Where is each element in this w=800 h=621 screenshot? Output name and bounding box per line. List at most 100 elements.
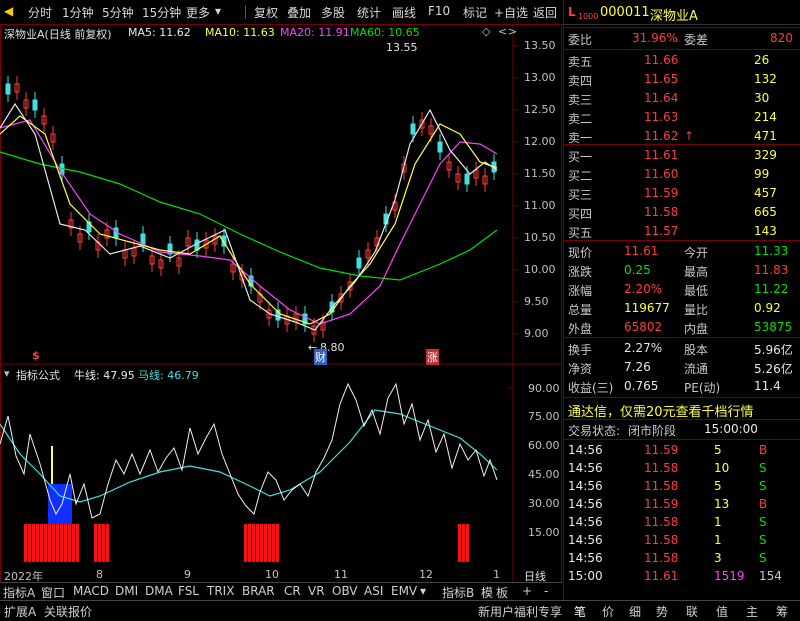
- tab-dmi[interactable]: DMI: [115, 584, 138, 598]
- market-prefix: L: [568, 5, 576, 19]
- event-marker-rise[interactable]: 涨: [426, 349, 439, 365]
- bid-row[interactable]: 买一 11.61 329: [564, 147, 800, 165]
- event-marker-finance[interactable]: 财: [314, 349, 327, 365]
- stat-label: 收益(三): [568, 381, 614, 395]
- tick-time: 14:56: [568, 515, 603, 529]
- button-multi-stock[interactable]: 多股: [321, 4, 345, 21]
- button-draw[interactable]: 画线: [392, 4, 416, 21]
- ask-row[interactable]: 卖五 11.66 26: [564, 52, 800, 70]
- tab-brar[interactable]: BRAR: [242, 584, 275, 598]
- tick-side: S: [759, 461, 767, 475]
- button-return[interactable]: 返回: [533, 4, 557, 21]
- button-stats[interactable]: 统计: [357, 4, 381, 21]
- signal-bar: [256, 524, 259, 562]
- tab-new-user-promo[interactable]: 新用户福利专享: [478, 603, 562, 620]
- chevron-down-icon[interactable]: ▾: [215, 4, 221, 18]
- tab-vr[interactable]: VR: [308, 584, 325, 598]
- tick-row[interactable]: 14:56 11.58 1 S: [564, 514, 800, 532]
- quote-value: 11.83: [754, 263, 789, 277]
- button-overlay[interactable]: 叠加: [287, 4, 311, 21]
- tab-asi[interactable]: ASI: [364, 584, 383, 598]
- tab-indicator-b[interactable]: 指标B: [442, 584, 474, 601]
- tab-trix[interactable]: TRIX: [207, 584, 234, 598]
- tab-jia[interactable]: 价: [602, 603, 614, 620]
- tab-obv[interactable]: OBV: [332, 584, 358, 598]
- signal-bar: [72, 524, 75, 562]
- tab-shi[interactable]: 势: [656, 603, 668, 620]
- tab-window[interactable]: 窗口: [41, 584, 65, 601]
- tab-extend-a[interactable]: 扩展A: [4, 603, 36, 620]
- stock-name: 深物业A: [650, 9, 698, 24]
- tab-fsl[interactable]: FSL: [178, 584, 199, 598]
- button-add-favorite[interactable]: +自选: [494, 4, 528, 21]
- quote-row[interactable]: 涨跌 0.25 最高 11.83: [564, 262, 800, 280]
- bid-row[interactable]: 买四 11.58 665: [564, 204, 800, 222]
- chevron-down-icon[interactable]: ▾: [420, 584, 426, 598]
- quote-label: 内盘: [684, 322, 709, 336]
- zoom-in-button[interactable]: +: [522, 584, 532, 598]
- tab-zhu[interactable]: 主: [746, 603, 758, 620]
- event-marker-dollar[interactable]: $: [32, 349, 40, 362]
- tick-side: S: [759, 479, 767, 493]
- bid-row[interactable]: 买二 11.60 99: [564, 166, 800, 184]
- tab-15min[interactable]: 15分钟: [142, 4, 181, 21]
- tick-side: B: [759, 443, 768, 457]
- tab-chou[interactable]: 筹: [776, 603, 788, 620]
- tab-1min[interactable]: 1分钟: [62, 4, 94, 21]
- ask-row[interactable]: 卖三 11.64 30: [564, 90, 800, 108]
- candle-body: [437, 141, 443, 153]
- ask-row[interactable]: 卖四 11.65 132: [564, 71, 800, 89]
- signal-bar: [458, 524, 461, 562]
- signal-bar: [24, 524, 27, 562]
- stat-value: 11.4: [754, 379, 781, 393]
- tick-row[interactable]: 14:56 11.58 10 S: [564, 460, 800, 478]
- button-f10[interactable]: F10: [428, 4, 450, 18]
- tab-xi[interactable]: 细: [629, 603, 641, 620]
- tab-timeshare[interactable]: 分时: [28, 4, 52, 21]
- tab-template[interactable]: 模: [481, 584, 493, 601]
- promo-row[interactable]: 通达信，仅需20元查看千档行情: [564, 400, 800, 420]
- quote-row[interactable]: 总量 119677 量比 0.92: [564, 300, 800, 318]
- tab-more[interactable]: 更多: [186, 4, 210, 21]
- button-fuquan[interactable]: 复权: [254, 4, 278, 21]
- quote-row[interactable]: 现价 11.61 今开 11.33: [564, 243, 800, 261]
- tab-related-quote[interactable]: 关联报价: [44, 603, 92, 620]
- tick-row[interactable]: 14:56 11.58 3 S: [564, 550, 800, 568]
- tab-indicator-a[interactable]: 指标A: [3, 584, 35, 601]
- diamond-icon[interactable]: ◇: [482, 25, 490, 38]
- tab-macd[interactable]: MACD: [73, 584, 109, 598]
- tick-price: 11.61: [644, 569, 679, 583]
- tab-board[interactable]: 板: [496, 584, 508, 601]
- tab-bi[interactable]: 笔: [574, 603, 586, 620]
- quote-label: 现价: [568, 246, 593, 260]
- back-icon[interactable]: ◀: [4, 4, 13, 18]
- bid-row[interactable]: 买五 11.57 143: [564, 223, 800, 241]
- tick-time: 14:56: [568, 443, 603, 457]
- tab-dma[interactable]: DMA: [145, 584, 173, 598]
- button-mark[interactable]: 标记: [463, 4, 487, 21]
- tab-lian[interactable]: 联: [686, 603, 698, 620]
- tab-5min[interactable]: 5分钟: [102, 4, 134, 21]
- chevron-right-icon[interactable]: >: [508, 25, 517, 38]
- tab-zhi[interactable]: 值: [716, 603, 728, 620]
- zoom-out-button[interactable]: -: [544, 584, 548, 598]
- quote-row[interactable]: 外盘 65802 内盘 53875: [564, 319, 800, 337]
- tab-emv[interactable]: EMV: [391, 584, 417, 598]
- tick-row[interactable]: 14:56 11.58 5 S: [564, 478, 800, 496]
- tick-row[interactable]: 14:56 11.59 5 B: [564, 442, 800, 460]
- chevron-left-icon[interactable]: <: [498, 25, 507, 38]
- ask-row[interactable]: 卖二 11.63 214: [564, 109, 800, 127]
- tick-row[interactable]: 14:56 11.59 13 B: [564, 496, 800, 514]
- stat-row[interactable]: 收益(三) 0.765 PE(动) 11.4: [564, 378, 800, 396]
- tab-cr[interactable]: CR: [284, 584, 301, 598]
- stat-row[interactable]: 净资 7.26 流通 5.26亿: [564, 359, 800, 377]
- tick-row[interactable]: 15:00 11.61 1519 154: [564, 568, 800, 586]
- quote-row[interactable]: 涨幅 2.20% 最低 11.22: [564, 281, 800, 299]
- signal-bar: [102, 524, 105, 562]
- tick-side: B: [759, 497, 768, 511]
- bid-volume: 329: [754, 148, 777, 162]
- stat-row[interactable]: 换手 2.27% 股本 5.96亿: [564, 340, 800, 358]
- promo-text[interactable]: 通达信，仅需20元查看千档行情: [568, 401, 754, 420]
- bid-row[interactable]: 买三 11.59 457: [564, 185, 800, 203]
- tick-row[interactable]: 14:56 11.58 1 S: [564, 532, 800, 550]
